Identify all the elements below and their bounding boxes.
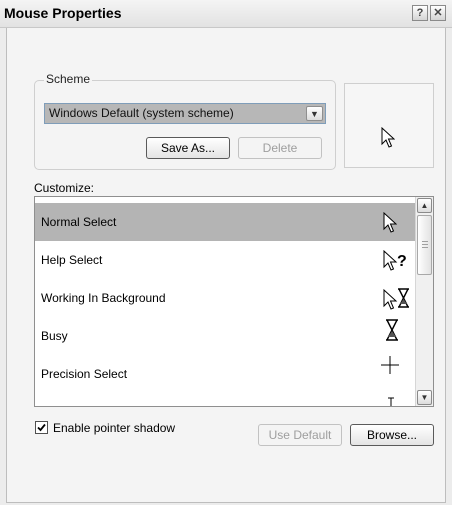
- list-item-label: Busy: [41, 329, 68, 343]
- browse-button[interactable]: Browse...: [350, 424, 434, 446]
- list-scrollbar[interactable]: ▲ ▼: [415, 197, 433, 406]
- title-bar: Mouse Properties ? ✕: [0, 0, 452, 28]
- text-cursor-icon: [388, 397, 394, 406]
- save-as-button[interactable]: Save As...: [146, 137, 230, 159]
- working-cursor-icon: [383, 288, 409, 310]
- cursor-preview: [344, 83, 434, 168]
- list-item-label: Working In Background: [41, 291, 166, 305]
- close-icon: ✕: [433, 7, 443, 19]
- list-item[interactable]: Precision Select: [35, 355, 415, 393]
- arrow-cursor-icon: [381, 127, 395, 148]
- cursor-list[interactable]: Normal Select Help Select ? Working In B…: [34, 196, 434, 407]
- help-button[interactable]: ?: [412, 5, 428, 21]
- list-item-label: Precision Select: [41, 367, 128, 381]
- scheme-legend: Scheme: [44, 72, 93, 86]
- window-title: Mouse Properties: [4, 5, 122, 21]
- list-item[interactable]: Normal Select: [35, 203, 415, 241]
- list-item-label: Help Select: [41, 253, 103, 267]
- chevron-down-icon: ▼: [420, 393, 429, 402]
- help-icon: ?: [416, 7, 424, 19]
- list-item-label: Normal Select: [41, 215, 117, 229]
- list-item[interactable]: Help Select ?: [35, 241, 415, 279]
- arrow-cursor-icon: [383, 212, 397, 233]
- checkmark-icon: [37, 423, 46, 432]
- help-cursor-icon: ?: [383, 250, 407, 271]
- pointer-shadow-checkbox[interactable]: [35, 421, 48, 434]
- scroll-up-button[interactable]: ▲: [417, 198, 432, 213]
- delete-button[interactable]: Delete: [238, 137, 322, 159]
- list-item[interactable]: Working In Background: [35, 279, 415, 317]
- scroll-down-button[interactable]: ▼: [417, 390, 432, 405]
- svg-text:?: ?: [397, 253, 407, 270]
- chevron-up-icon: ▲: [420, 201, 429, 210]
- customize-label: Customize:: [34, 181, 95, 195]
- scheme-select[interactable]: Windows Default (system scheme) ▼: [44, 103, 326, 124]
- chevron-down-icon[interactable]: ▼: [306, 106, 323, 121]
- hourglass-icon: [386, 319, 398, 341]
- close-button[interactable]: ✕: [430, 5, 446, 21]
- crosshair-icon: [381, 356, 399, 374]
- list-item[interactable]: Busy: [35, 317, 415, 355]
- use-default-button[interactable]: Use Default: [258, 424, 342, 446]
- scheme-select-value: Windows Default (system scheme): [49, 106, 234, 120]
- pointer-shadow-label: Enable pointer shadow: [53, 421, 176, 435]
- scroll-thumb[interactable]: [417, 215, 432, 275]
